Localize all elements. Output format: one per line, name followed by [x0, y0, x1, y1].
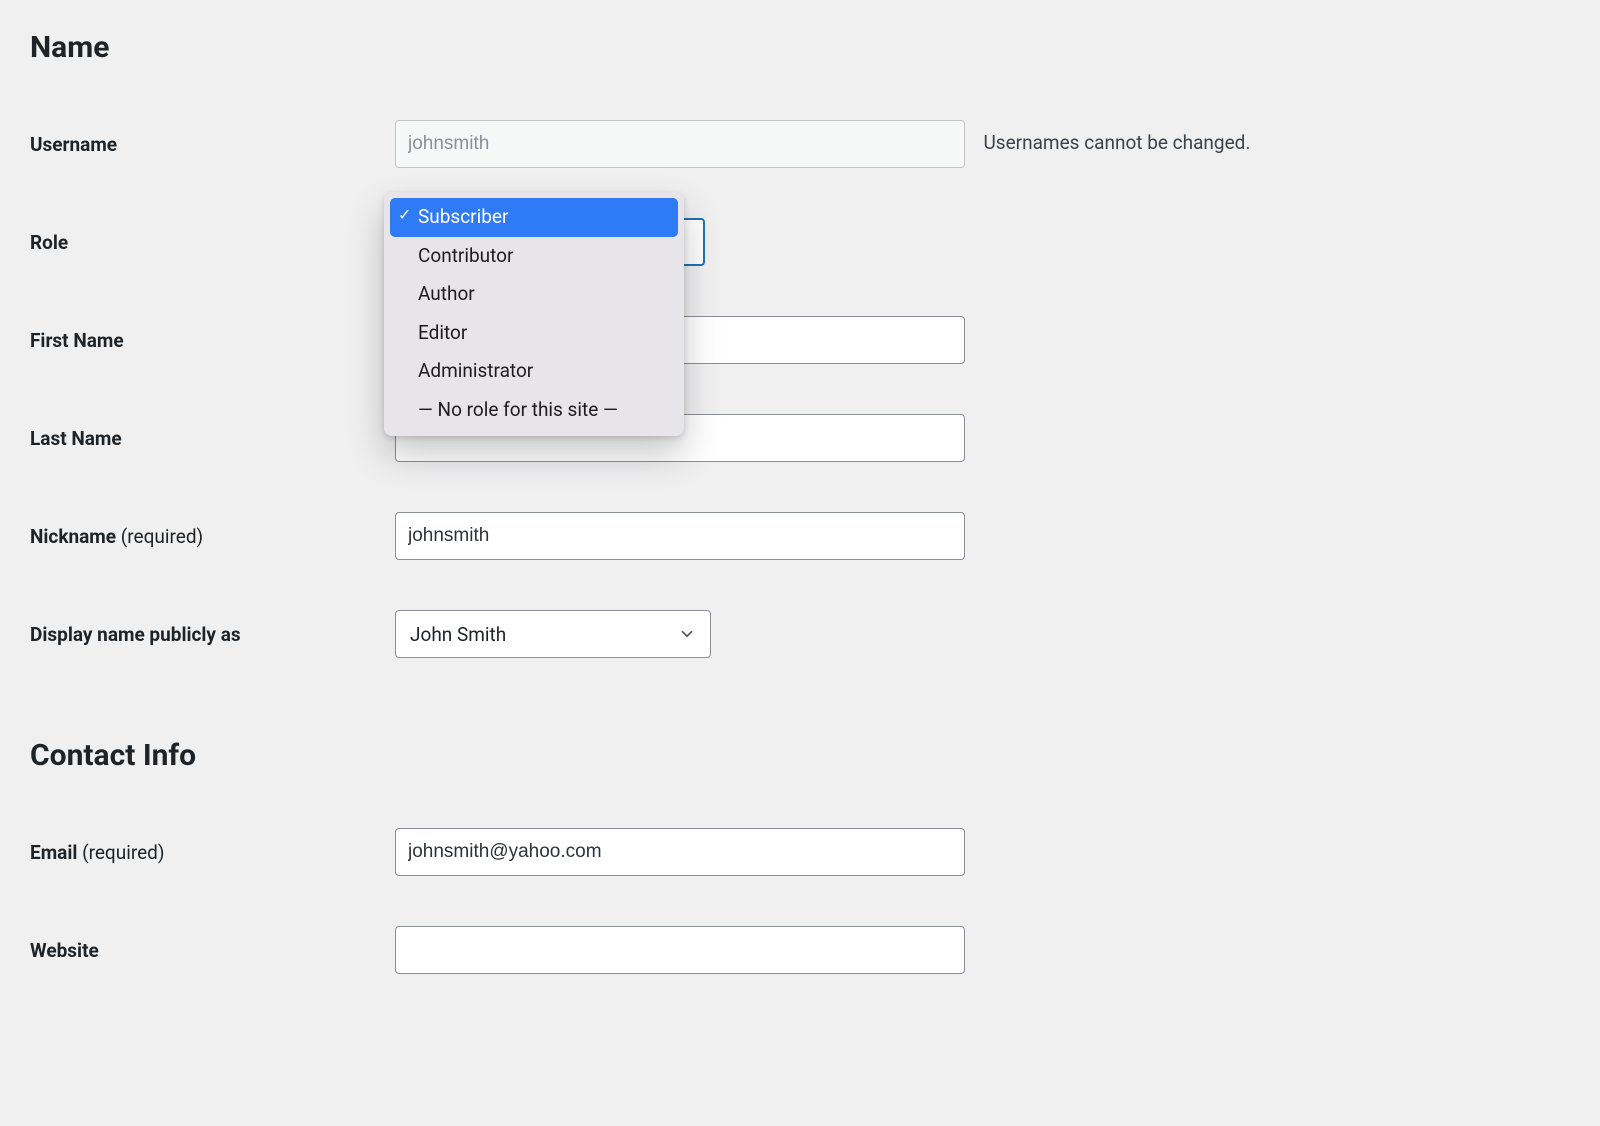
username-hint: Usernames cannot be changed.: [983, 131, 1250, 154]
username-input: [395, 120, 965, 168]
nickname-input[interactable]: [395, 512, 965, 560]
label-role: Role: [30, 193, 395, 291]
label-display-name: Display name publicly as: [30, 585, 395, 683]
role-option-none[interactable]: — No role for this site —: [390, 391, 678, 430]
display-name-select-value: John Smith: [410, 623, 506, 646]
section-heading-contact: Contact Info: [30, 738, 1570, 773]
label-nickname: Nickname (required): [30, 487, 395, 585]
display-name-select[interactable]: John Smith: [395, 610, 711, 658]
label-first-name: First Name: [30, 291, 395, 389]
role-option-subscriber[interactable]: Subscriber: [390, 198, 678, 237]
label-username: Username: [30, 95, 395, 193]
role-option-contributor[interactable]: Contributor: [390, 237, 678, 276]
role-option-author[interactable]: Author: [390, 275, 678, 314]
role-option-editor[interactable]: Editor: [390, 314, 678, 353]
chevron-down-icon: [678, 625, 696, 643]
website-input[interactable]: [395, 926, 965, 974]
section-heading-name: Name: [30, 30, 1570, 65]
label-email: Email (required): [30, 803, 395, 901]
label-website: Website: [30, 901, 395, 999]
role-dropdown[interactable]: Subscriber Contributor Author Editor Adm…: [384, 192, 684, 436]
email-input[interactable]: [395, 828, 965, 876]
label-last-name: Last Name: [30, 389, 395, 487]
role-option-administrator[interactable]: Administrator: [390, 352, 678, 391]
